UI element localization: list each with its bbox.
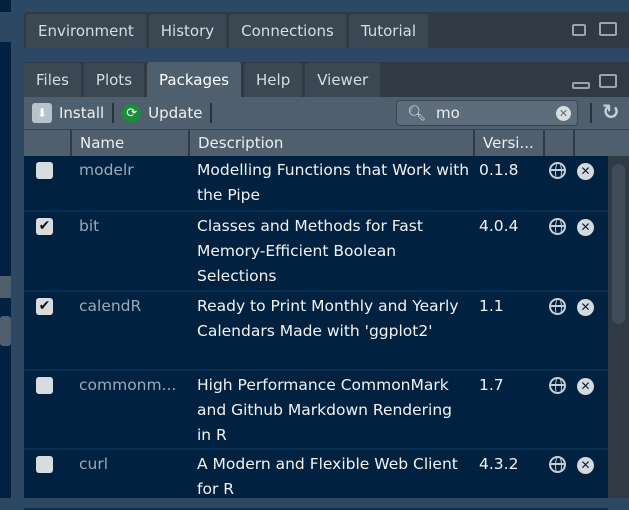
left-pane-edge xyxy=(0,0,11,498)
package-version: 0.1.8 xyxy=(479,161,519,179)
package-description: Ready to Print Monthly and Yearly Calend… xyxy=(197,297,459,340)
install-icon: ⬇ xyxy=(32,103,52,123)
remove-package-icon[interactable]: ✕ xyxy=(577,457,594,474)
globe-icon[interactable] xyxy=(549,162,566,179)
tab-viewer[interactable]: Viewer xyxy=(305,63,381,97)
package-version: 1.1 xyxy=(479,297,504,315)
package-version: 4.3.2 xyxy=(479,455,519,473)
package-version: 1.7 xyxy=(479,376,504,394)
search-input[interactable] xyxy=(436,104,547,122)
divider xyxy=(210,103,213,123)
packages-toolbar: ⬇ Install ⟳ Update 🔍︎ ✕ ↻ xyxy=(24,97,629,129)
tab-tutorial[interactable]: Tutorial xyxy=(348,14,429,48)
restore-pane-icon[interactable] xyxy=(599,74,617,88)
tab-plots[interactable]: Plots xyxy=(83,63,145,97)
remove-package-icon[interactable]: ✕ xyxy=(577,219,594,236)
package-checkbox[interactable] xyxy=(36,377,53,394)
refresh-icon[interactable]: ↻ xyxy=(602,100,620,124)
search-icon: 🔍︎ xyxy=(407,104,427,122)
table-row: ✔ bit Classes and Methods for Fast Memor… xyxy=(24,212,608,292)
column-name[interactable]: Name xyxy=(70,130,188,156)
tab-history[interactable]: History xyxy=(148,14,227,48)
update-button[interactable]: ⟳ Update xyxy=(114,97,210,129)
package-description: Modelling Functions that Work with the P… xyxy=(197,161,470,204)
bottom-pane-tabbar: Files Plots Packages Help Viewer xyxy=(24,62,629,97)
package-description: Classes and Methods for Fast Memory-Effi… xyxy=(197,217,423,285)
column-version[interactable]: Versi... xyxy=(473,130,543,156)
packages-table: modelr Modelling Functions that Work wit… xyxy=(24,156,608,510)
package-name[interactable]: curl xyxy=(70,450,189,508)
table-row: ✔ calendR Ready to Print Monthly and Yea… xyxy=(24,292,608,371)
scrollbar[interactable] xyxy=(608,156,629,498)
package-name[interactable]: commonm... xyxy=(70,371,189,448)
scrollbar-thumb[interactable] xyxy=(612,164,625,324)
package-description: High Performance CommonMark and Github M… xyxy=(197,376,453,444)
update-icon: ⟳ xyxy=(122,103,142,123)
minimize-pane-icon[interactable] xyxy=(572,82,590,89)
table-row: commonm... High Performance CommonMark a… xyxy=(24,371,608,450)
package-description: A Modern and Flexible Web Client for R xyxy=(197,455,458,498)
tab-environment[interactable]: Environment xyxy=(26,14,146,48)
remove-package-icon[interactable]: ✕ xyxy=(577,163,594,180)
package-name[interactable]: calendR xyxy=(70,292,189,369)
globe-icon[interactable] xyxy=(549,456,566,473)
table-row: modelr Modelling Functions that Work wit… xyxy=(24,156,608,212)
top-pane-tabbar: Environment History Connections Tutorial xyxy=(24,12,629,48)
package-version: 4.0.4 xyxy=(479,217,519,235)
maximize-pane-icon[interactable] xyxy=(599,22,617,36)
table-row: curl A Modern and Flexible Web Client fo… xyxy=(24,450,608,510)
restore-pane-icon[interactable] xyxy=(572,24,586,36)
table-header: Name Description Versi... xyxy=(24,130,629,156)
install-button[interactable]: ⬇ Install xyxy=(24,97,112,129)
clear-search-icon[interactable]: ✕ xyxy=(556,106,571,121)
package-name[interactable]: bit xyxy=(70,212,189,290)
package-checkbox[interactable]: ✔ xyxy=(36,298,53,315)
globe-icon[interactable] xyxy=(549,298,566,315)
globe-icon[interactable] xyxy=(549,218,566,235)
column-description[interactable]: Description xyxy=(188,130,473,156)
tab-files[interactable]: Files xyxy=(24,63,81,97)
package-checkbox[interactable]: ✔ xyxy=(36,218,53,235)
tab-help[interactable]: Help xyxy=(244,63,303,97)
remove-package-icon[interactable]: ✕ xyxy=(577,378,594,395)
package-name[interactable]: modelr xyxy=(70,156,189,210)
package-checkbox[interactable] xyxy=(36,456,53,473)
package-search[interactable]: 🔍︎ ✕ xyxy=(396,100,578,126)
tab-connections[interactable]: Connections xyxy=(229,14,346,48)
tab-packages[interactable]: Packages xyxy=(147,62,242,97)
globe-icon[interactable] xyxy=(549,377,566,394)
divider xyxy=(590,103,592,123)
package-checkbox[interactable] xyxy=(36,162,53,179)
remove-package-icon[interactable]: ✕ xyxy=(577,299,594,316)
